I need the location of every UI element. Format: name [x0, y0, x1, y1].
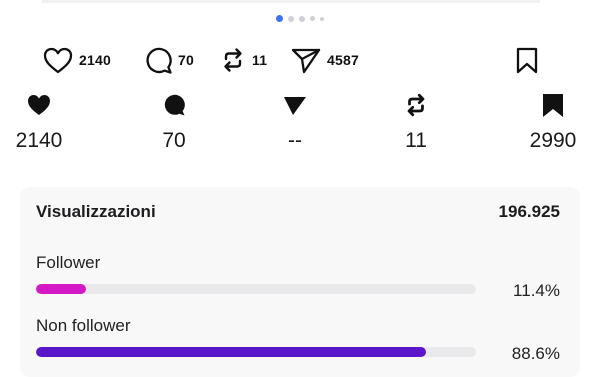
repost-count: 11 [252, 52, 268, 68]
stat-comments: 70 [134, 92, 214, 151]
non-follower-bar-track [36, 347, 476, 357]
bookmark-filled-icon [543, 94, 563, 117]
likes-value: 2140 [15, 129, 63, 152]
follower-label: Follower [36, 253, 101, 272]
comments-value: 70 [162, 129, 186, 152]
carousel-indicator [276, 15, 324, 22]
saves-value: 2990 [529, 129, 577, 152]
comment-count: 70 [178, 52, 194, 68]
repost-button[interactable]: 11 [219, 40, 267, 80]
stat-saves: 2990 [513, 92, 593, 151]
carousel-dot [288, 15, 294, 22]
non-follower-bar-fill [36, 347, 426, 357]
non-follower-percent: 88.6% [511, 344, 560, 363]
carousel-dot [310, 16, 315, 21]
follower-bar-fill [36, 284, 87, 294]
carousel-dot [276, 15, 283, 22]
bookmark-outline-icon [516, 47, 538, 74]
post-action-bar: 2140 70 11 4587 [0, 40, 594, 80]
send-filled-icon [284, 97, 306, 115]
carousel-dot [299, 15, 305, 22]
save-button[interactable] [514, 40, 540, 80]
comment-filled-icon [164, 94, 185, 116]
reposts-value: 11 [405, 129, 427, 152]
views-title: Visualizzazioni [36, 202, 156, 221]
stat-likes: 2140 [0, 92, 79, 151]
follower-bar-track [36, 284, 476, 294]
carousel-dot [320, 16, 324, 21]
stat-shares: -- [255, 92, 335, 151]
share-button[interactable]: 4587 [290, 40, 359, 80]
views-total: 196.925 [498, 202, 560, 221]
shares-value: -- [288, 129, 302, 152]
comment-button[interactable]: 70 [143, 40, 194, 80]
like-button[interactable]: 2140 [42, 40, 111, 80]
non-follower-label: Non follower [36, 316, 131, 335]
previous-content-edge [42, 0, 540, 3]
heart-outline-icon [43, 47, 73, 74]
like-count: 2140 [79, 52, 111, 68]
follower-percent: 11.4% [513, 281, 560, 300]
views-card: Visualizzazioni 196.925 Follower 11.4% N… [20, 187, 580, 377]
repost-icon [224, 48, 242, 72]
share-count: 4587 [327, 52, 359, 68]
heart-filled-icon [28, 95, 50, 115]
stat-reposts: 11 [376, 92, 456, 151]
comment-outline-icon [146, 47, 172, 74]
repost-icon [407, 93, 425, 117]
send-outline-icon [291, 48, 321, 74]
